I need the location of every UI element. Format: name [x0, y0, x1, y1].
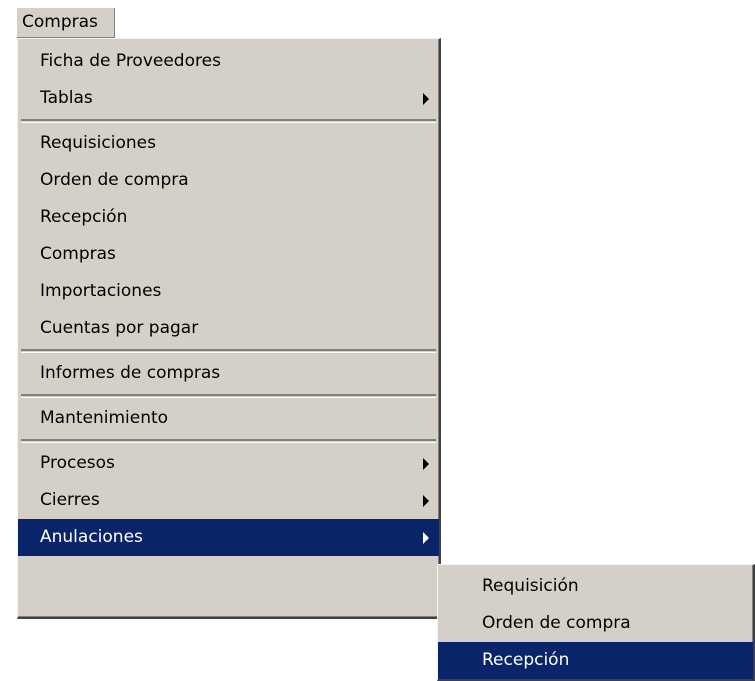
menu-separator — [21, 119, 436, 123]
menu-item-procesos[interactable]: Procesos — [18, 445, 439, 482]
menu-item-tablas[interactable]: Tablas — [18, 80, 439, 117]
menu-item-ficha-proveedores[interactable]: Ficha de Proveedores — [18, 43, 439, 80]
submenu-arrow-icon — [423, 495, 429, 507]
menu-item-cuentas-pagar[interactable]: Cuentas por pagar — [18, 310, 439, 347]
anulaciones-submenu: Requisición Orden de compra Recepción — [437, 564, 755, 681]
submenu-item-requisicion[interactable]: Requisición — [438, 568, 753, 605]
submenu-arrow-icon — [423, 532, 429, 544]
menu-item-recepcion[interactable]: Recepción — [18, 199, 439, 236]
menu-item-orden-compra[interactable]: Orden de compra — [18, 162, 439, 199]
menu-item-label: Cierres — [40, 490, 100, 510]
menu-separator — [21, 439, 436, 443]
submenu-arrow-icon — [423, 458, 429, 470]
menu-item-cierres[interactable]: Cierres — [18, 482, 439, 519]
menu-item-compras[interactable]: Compras — [18, 236, 439, 273]
submenu-item-orden-compra[interactable]: Orden de compra — [438, 605, 753, 642]
menu-item-label: Anulaciones — [40, 527, 143, 547]
menu-item-informes-compras[interactable]: Informes de compras — [18, 355, 439, 392]
menu-item-mantenimiento[interactable]: Mantenimiento — [18, 400, 439, 437]
menu-item-label: Procesos — [40, 453, 115, 473]
menu-item-importaciones[interactable]: Importaciones — [18, 273, 439, 310]
submenu-item-recepcion[interactable]: Recepción — [438, 642, 753, 679]
menu-item-label: Tablas — [40, 88, 93, 108]
menu-separator — [21, 394, 436, 398]
submenu-arrow-icon — [423, 93, 429, 105]
menu-item-anulaciones[interactable]: Anulaciones — [18, 519, 439, 556]
compras-menu: Ficha de Proveedores Tablas Requisicione… — [17, 38, 441, 619]
menu-separator — [21, 349, 436, 353]
menubar-compras[interactable]: Compras — [17, 8, 115, 38]
menu-item-requisiciones[interactable]: Requisiciones — [18, 125, 439, 162]
